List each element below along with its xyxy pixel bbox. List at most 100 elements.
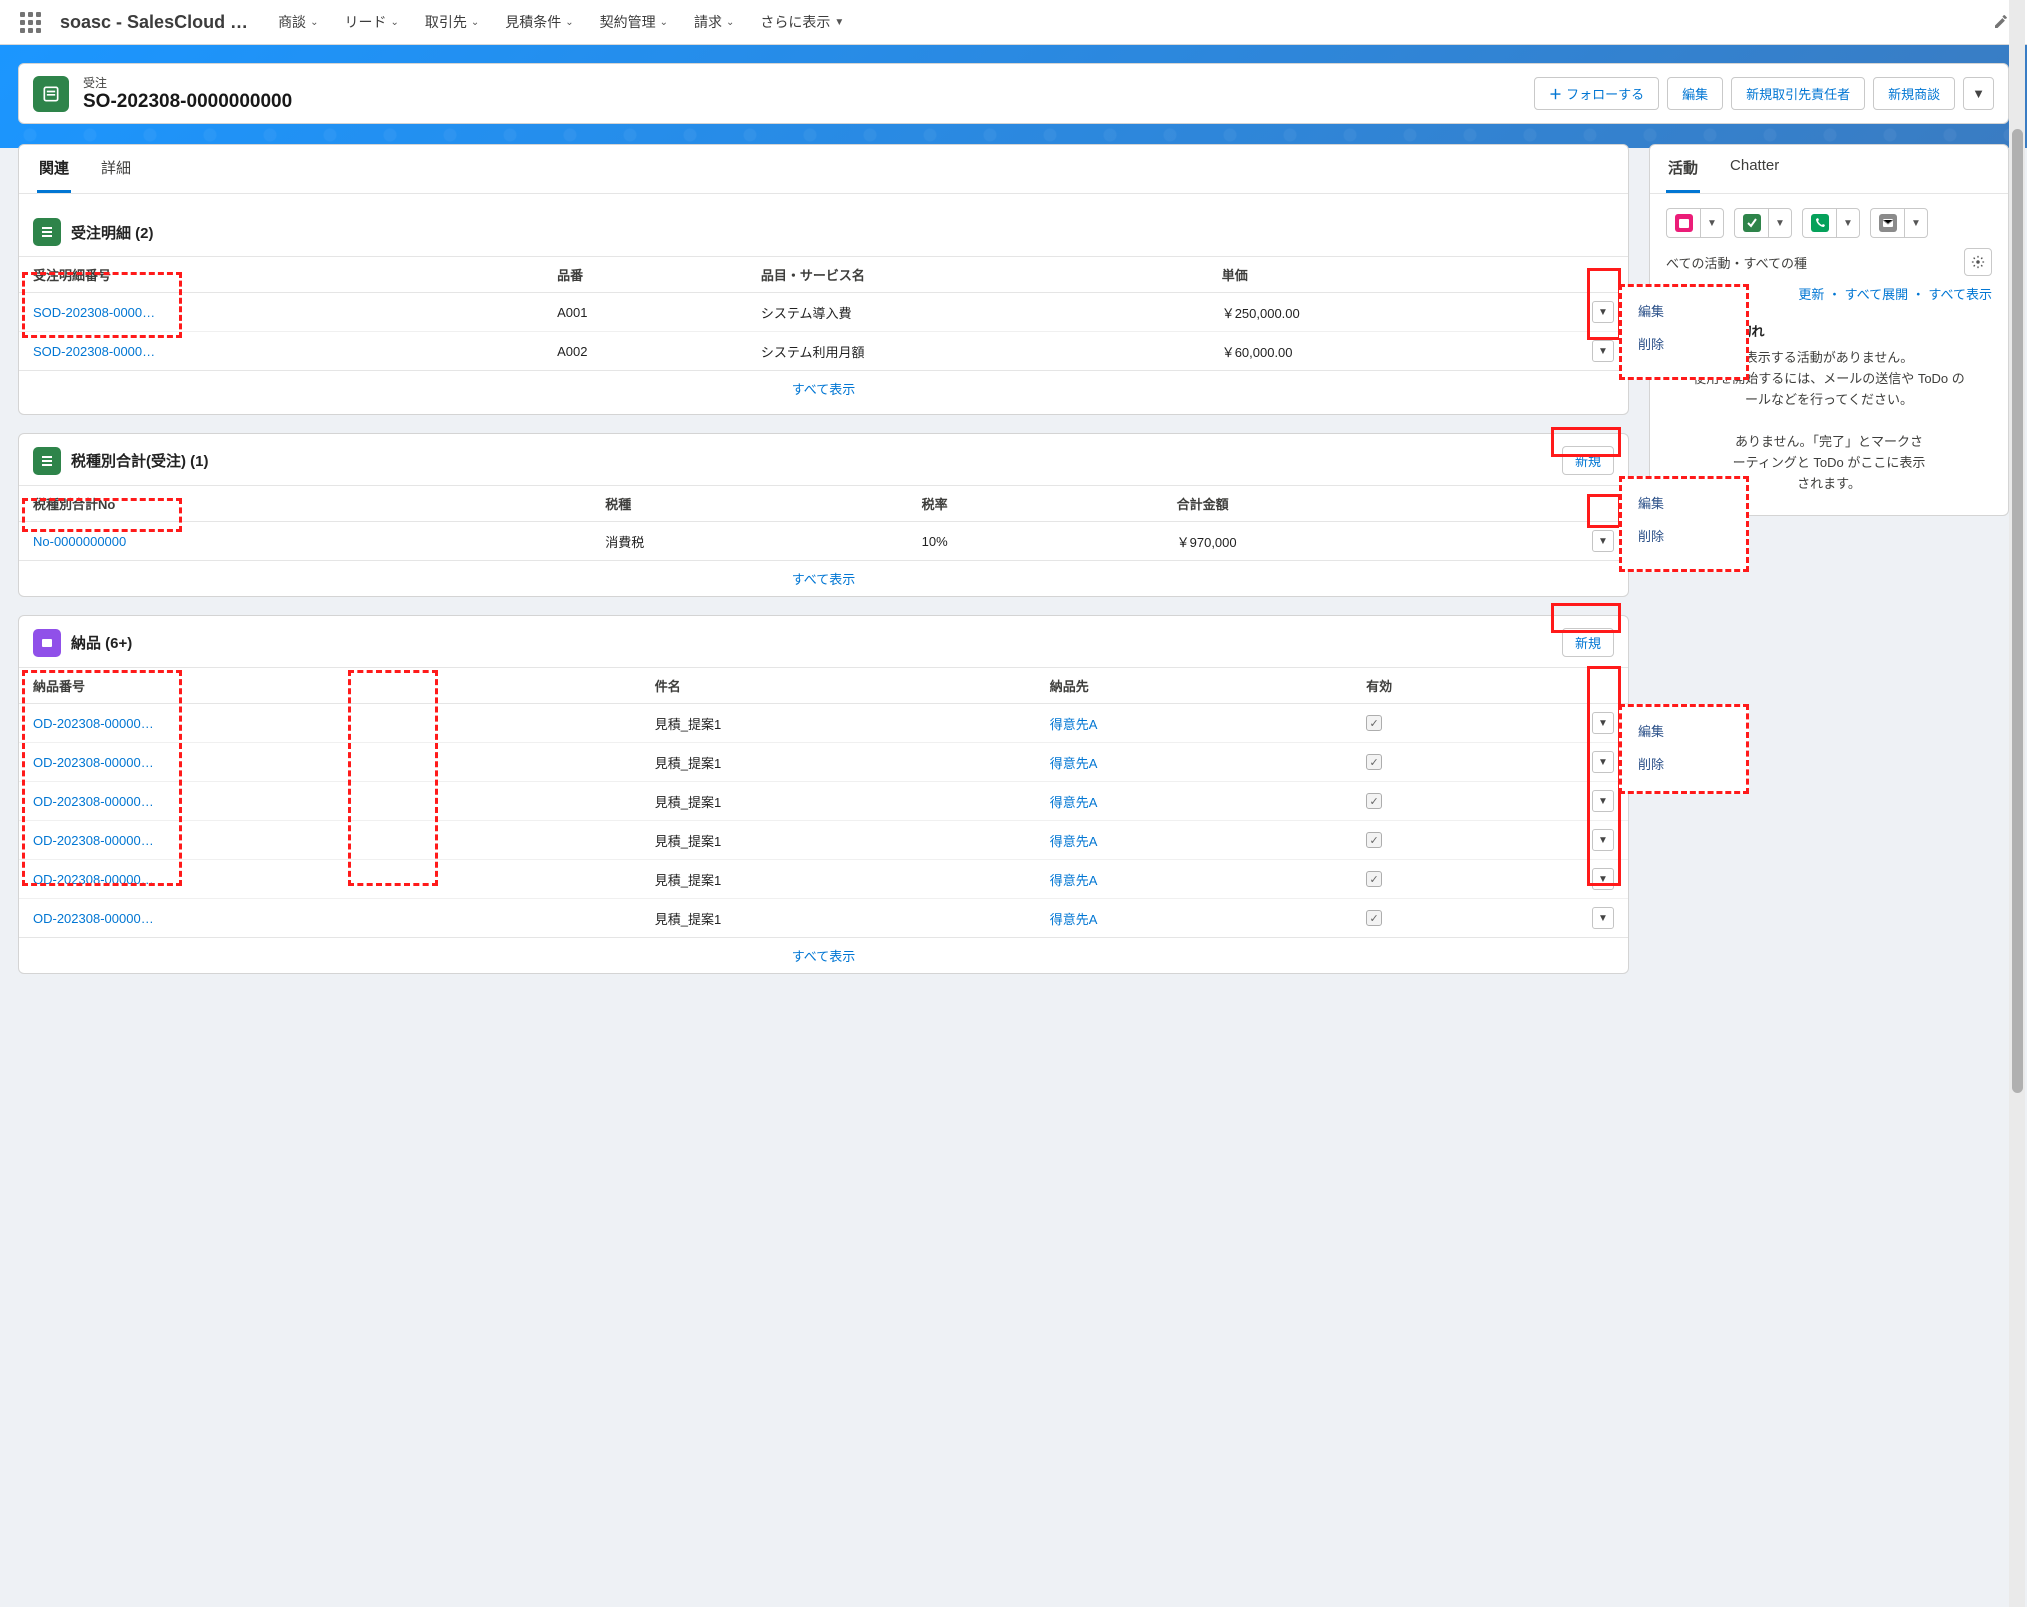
cell-price: ￥250,000.00 — [1208, 293, 1578, 332]
menu-edit[interactable]: 編集 — [1622, 707, 1746, 744]
log-call-menu[interactable] — [1836, 208, 1860, 238]
list-title: 受注明細 (2) — [71, 222, 154, 243]
expand-all-link[interactable]: すべて展開 — [1845, 287, 1909, 302]
account-link[interactable]: 得意先A — [1050, 717, 1098, 732]
list-title: 税種別合計(受注) (1) — [71, 450, 209, 471]
record-link[interactable]: SOD-202308-0000… — [33, 344, 155, 359]
record-link[interactable]: OD-202308-00000… — [33, 716, 154, 731]
tab-chatter[interactable]: Chatter — [1728, 145, 1781, 193]
edit-nav-icon[interactable] — [1993, 14, 2009, 30]
col-header[interactable]: 品目・サービス名 — [747, 257, 1208, 293]
table-row: OD-202308-00000… 見積_提案1 得意先A ✓ — [19, 860, 1628, 899]
account-link[interactable]: 得意先A — [1050, 912, 1098, 927]
col-header[interactable]: 合計金額 — [1163, 486, 1578, 522]
checkbox-checked-icon: ✓ — [1366, 754, 1382, 770]
checkbox-checked-icon: ✓ — [1366, 793, 1382, 809]
account-link[interactable]: 得意先A — [1050, 795, 1098, 810]
list-icon — [33, 629, 61, 657]
nav-item-more[interactable]: さらに表示▼ — [756, 6, 848, 38]
activity-empty-upcoming: 表示する活動がありません。 使用を開始するには、メールの送信や ToDo の ー… — [1666, 348, 1992, 410]
cell-code: A001 — [543, 293, 747, 332]
new-contact-button[interactable]: 新規取引先責任者 — [1731, 77, 1865, 110]
row-actions-button[interactable] — [1592, 301, 1614, 323]
nav-item-contract[interactable]: 契約管理⌄ — [596, 6, 672, 38]
global-nav: soasc - SalesCloud … 商談⌄ リード⌄ 取引先⌄ 見積条件⌄… — [0, 0, 2027, 45]
record-link[interactable]: No-0000000000 — [33, 534, 126, 549]
row-actions-button[interactable] — [1592, 907, 1614, 929]
col-header[interactable]: 税率 — [908, 486, 1163, 522]
activity-settings-button[interactable] — [1964, 248, 1992, 276]
tab-activity[interactable]: 活動 — [1666, 145, 1700, 193]
col-header[interactable]: 税種別合計No — [19, 486, 591, 522]
new-opportunity-button[interactable]: 新規商談 — [1873, 77, 1955, 110]
nav-item-lead[interactable]: リード⌄ — [340, 6, 402, 38]
new-task-button[interactable] — [1734, 208, 1768, 238]
table-row: OD-202308-00000… 見積_提案1 得意先A ✓ — [19, 782, 1628, 821]
more-actions-button[interactable]: ▼ — [1963, 77, 1994, 110]
app-name: soasc - SalesCloud … — [60, 12, 248, 33]
new-button[interactable]: 新規 — [1562, 628, 1614, 657]
log-call-button[interactable] — [1802, 208, 1836, 238]
tab-detail[interactable]: 詳細 — [99, 145, 133, 193]
view-all-link[interactable]: すべて表示 — [792, 572, 856, 587]
list-icon — [33, 447, 61, 475]
col-header[interactable]: 納品番号 — [19, 668, 641, 704]
account-link[interactable]: 得意先A — [1050, 834, 1098, 849]
new-task-menu[interactable] — [1768, 208, 1792, 238]
row-actions-button[interactable] — [1592, 340, 1614, 362]
tab-related[interactable]: 関連 — [37, 145, 71, 193]
nav-item-account[interactable]: 取引先⌄ — [421, 6, 483, 38]
record-link[interactable]: SOD-202308-0000… — [33, 305, 155, 320]
nav-item-billing[interactable]: 請求⌄ — [690, 6, 738, 38]
new-button[interactable]: 新規 — [1562, 446, 1614, 475]
send-email-menu[interactable] — [1904, 208, 1928, 238]
menu-delete[interactable]: 削除 — [1622, 744, 1746, 777]
row-actions-button[interactable] — [1592, 751, 1614, 773]
col-header[interactable]: 件名 — [641, 668, 1036, 704]
new-event-button[interactable] — [1666, 208, 1700, 238]
record-link[interactable]: OD-202308-00000… — [33, 833, 154, 848]
delivery-table: 納品番号 件名 納品先 有効 OD-202308-00000… 見積_提案1 得… — [19, 667, 1628, 937]
send-email-button[interactable] — [1870, 208, 1904, 238]
edit-button[interactable]: 編集 — [1667, 77, 1723, 110]
record-link[interactable]: OD-202308-00000… — [33, 755, 154, 770]
view-all-link[interactable]: すべて表示 — [1928, 287, 1992, 302]
record-link[interactable]: OD-202308-00000… — [33, 794, 154, 809]
app-launcher-icon[interactable] — [18, 10, 42, 34]
col-header[interactable]: 納品先 — [1036, 668, 1352, 704]
account-link[interactable]: 得意先A — [1050, 756, 1098, 771]
refresh-link[interactable]: 更新 — [1798, 287, 1824, 302]
follow-button[interactable]: ＋フォローする — [1534, 77, 1659, 110]
record-link[interactable]: OD-202308-00000… — [33, 911, 154, 926]
filter-summary: べての活動・すべての種 — [1666, 253, 1807, 272]
nav-item-quote-cond[interactable]: 見積条件⌄ — [501, 6, 577, 38]
col-header[interactable]: 品番 — [543, 257, 747, 293]
order-detail-table: 受注明細番号 品番 品目・サービス名 単価 SOD-202308-0000… A… — [19, 256, 1628, 370]
col-header[interactable]: 有効 — [1352, 668, 1578, 704]
cell-price: ￥60,000.00 — [1208, 332, 1578, 371]
upcoming-overdue-title: ⌄後 & 期限切れ — [1666, 321, 1992, 340]
activity-composer — [1666, 208, 1992, 238]
row-actions-button[interactable] — [1592, 712, 1614, 734]
account-link[interactable]: 得意先A — [1050, 873, 1098, 888]
record-link[interactable]: OD-202308-00000… — [33, 872, 154, 887]
col-header[interactable]: 受注明細番号 — [19, 257, 543, 293]
cell-code: A002 — [543, 332, 747, 371]
checkbox-checked-icon: ✓ — [1366, 715, 1382, 731]
tax-total-table: 税種別合計No 税種 税率 合計金額 No-0000000000 消費税 10%… — [19, 485, 1628, 560]
view-all-link[interactable]: すべて表示 — [792, 382, 856, 397]
row-actions-button[interactable] — [1592, 530, 1614, 552]
nav-item-label: 商談 — [278, 12, 306, 32]
nav-item-opportunity[interactable]: 商談⌄ — [274, 6, 322, 38]
record-actions: ＋フォローする 編集 新規取引先責任者 新規商談 ▼ — [1534, 77, 1994, 110]
menu-delete[interactable]: 削除 — [1622, 516, 1746, 549]
row-actions-button[interactable] — [1592, 829, 1614, 851]
col-header[interactable]: 税種 — [591, 486, 907, 522]
cell-name: システム利用月額 — [747, 332, 1208, 371]
view-all-link[interactable]: すべて表示 — [792, 949, 856, 964]
record-tabs: 関連 詳細 — [19, 145, 1628, 194]
row-actions-button[interactable] — [1592, 790, 1614, 812]
row-actions-button[interactable] — [1592, 868, 1614, 890]
col-header[interactable]: 単価 — [1208, 257, 1578, 293]
new-event-menu[interactable] — [1700, 208, 1724, 238]
